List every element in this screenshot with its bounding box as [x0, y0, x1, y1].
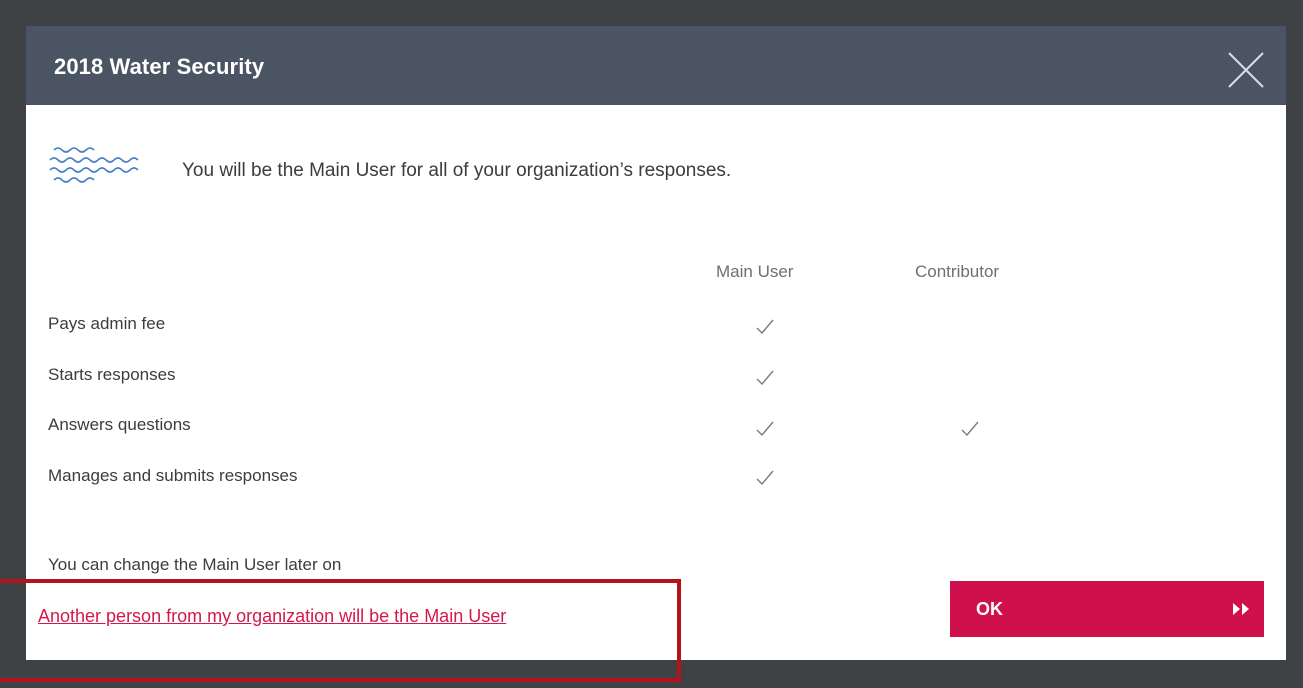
screen: 2018 Water Security You will be the Main… [0, 0, 1303, 688]
dialog-header: 2018 Water Security [26, 26, 1286, 105]
another-person-main-user-link[interactable]: Another person from my organization will… [38, 606, 506, 627]
close-icon [1228, 52, 1264, 88]
checkmark-icon [756, 421, 774, 437]
dialog: 2018 Water Security You will be the Main… [26, 26, 1286, 660]
change-main-user-note: You can change the Main User later on [48, 555, 342, 574]
checkmark-icon [961, 421, 979, 437]
row-label-answers-questions: Answers questions [48, 415, 191, 434]
water-waves-icon [49, 147, 139, 183]
column-header-main-user: Main User [716, 262, 794, 281]
checkmark-icon [756, 370, 774, 386]
ok-button[interactable]: OK [950, 581, 1264, 637]
row-label-starts-responses: Starts responses [48, 365, 176, 384]
checkmark-icon [756, 319, 774, 335]
column-header-contributor: Contributor [915, 262, 1000, 281]
ok-button-label: OK [976, 599, 1003, 619]
row-label-manages-and-submits-responses: Manages and submits responses [48, 466, 298, 485]
intro-message: You will be the Main User for all of you… [182, 160, 732, 181]
dialog-title: 2018 Water Security [54, 54, 265, 79]
double-chevron-right-icon [1233, 603, 1249, 615]
row-label-pays-admin-fee: Pays admin fee [48, 314, 166, 333]
checkmark-icon [756, 470, 774, 486]
close-button[interactable] [1224, 48, 1268, 92]
